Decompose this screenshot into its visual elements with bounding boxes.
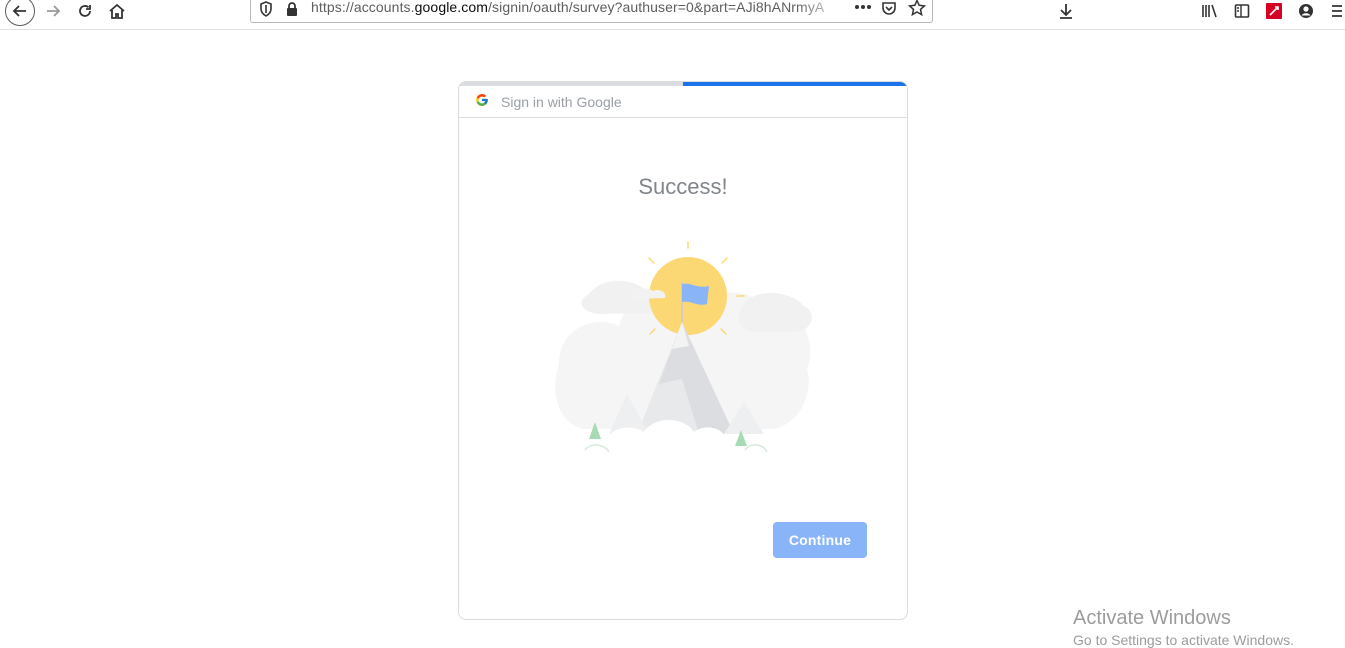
success-title: Success! [638, 174, 728, 199]
arrow-left-icon [12, 5, 26, 17]
home-button[interactable] [104, 0, 130, 22]
url-path: /signin/oauth/survey?authuser=0&part=AJi… [488, 0, 825, 15]
extension-icon [1266, 3, 1282, 19]
extension-button[interactable] [1261, 0, 1287, 22]
browser-toolbar: https://accounts.google.com/signin/oauth… [0, 0, 1345, 30]
menu-button[interactable] [1330, 0, 1344, 22]
account-icon [1299, 4, 1313, 18]
arrow-right-icon [47, 5, 61, 17]
card-header: Sign in with Google [459, 86, 907, 118]
success-mountain-illustration [555, 241, 812, 453]
url-bar[interactable]: https://accounts.google.com/signin/oauth… [250, 0, 933, 23]
tracking-shield-icon[interactable] [259, 1, 273, 17]
hamburger-icon [1332, 5, 1342, 17]
continue-button[interactable]: Continue [773, 522, 867, 558]
reload-icon [79, 5, 91, 17]
url-fade [796, 0, 846, 20]
url-prefix: https://accounts. [311, 0, 415, 15]
back-button[interactable] [5, 0, 35, 26]
sidebar-button[interactable] [1229, 0, 1255, 22]
downloads-button[interactable] [1053, 0, 1079, 22]
url-domain: google.com [414, 0, 489, 15]
reload-button[interactable] [72, 0, 98, 22]
download-icon [1060, 4, 1072, 19]
signin-card: Sign in with Google Success! Continue [458, 81, 908, 620]
library-button[interactable] [1197, 0, 1223, 22]
url-text[interactable]: https://accounts.google.com/signin/oauth… [311, 0, 841, 15]
more-actions-icon[interactable] [854, 4, 872, 10]
forward-button[interactable] [40, 0, 66, 22]
lock-icon[interactable] [285, 1, 299, 17]
pocket-icon[interactable] [881, 0, 897, 16]
sidebar-icon [1234, 4, 1250, 18]
home-icon [109, 3, 125, 19]
account-button[interactable] [1293, 0, 1319, 22]
watermark-subtitle: Go to Settings to activate Windows. [1073, 632, 1294, 648]
windows-activation-watermark: Activate Windows Go to Settings to activ… [1073, 607, 1294, 648]
bookmark-star-icon[interactable] [908, 0, 926, 17]
google-g-icon [476, 94, 488, 106]
library-icon [1202, 4, 1217, 18]
card-header-text: Sign in with Google [501, 94, 622, 110]
watermark-title: Activate Windows [1073, 607, 1231, 629]
